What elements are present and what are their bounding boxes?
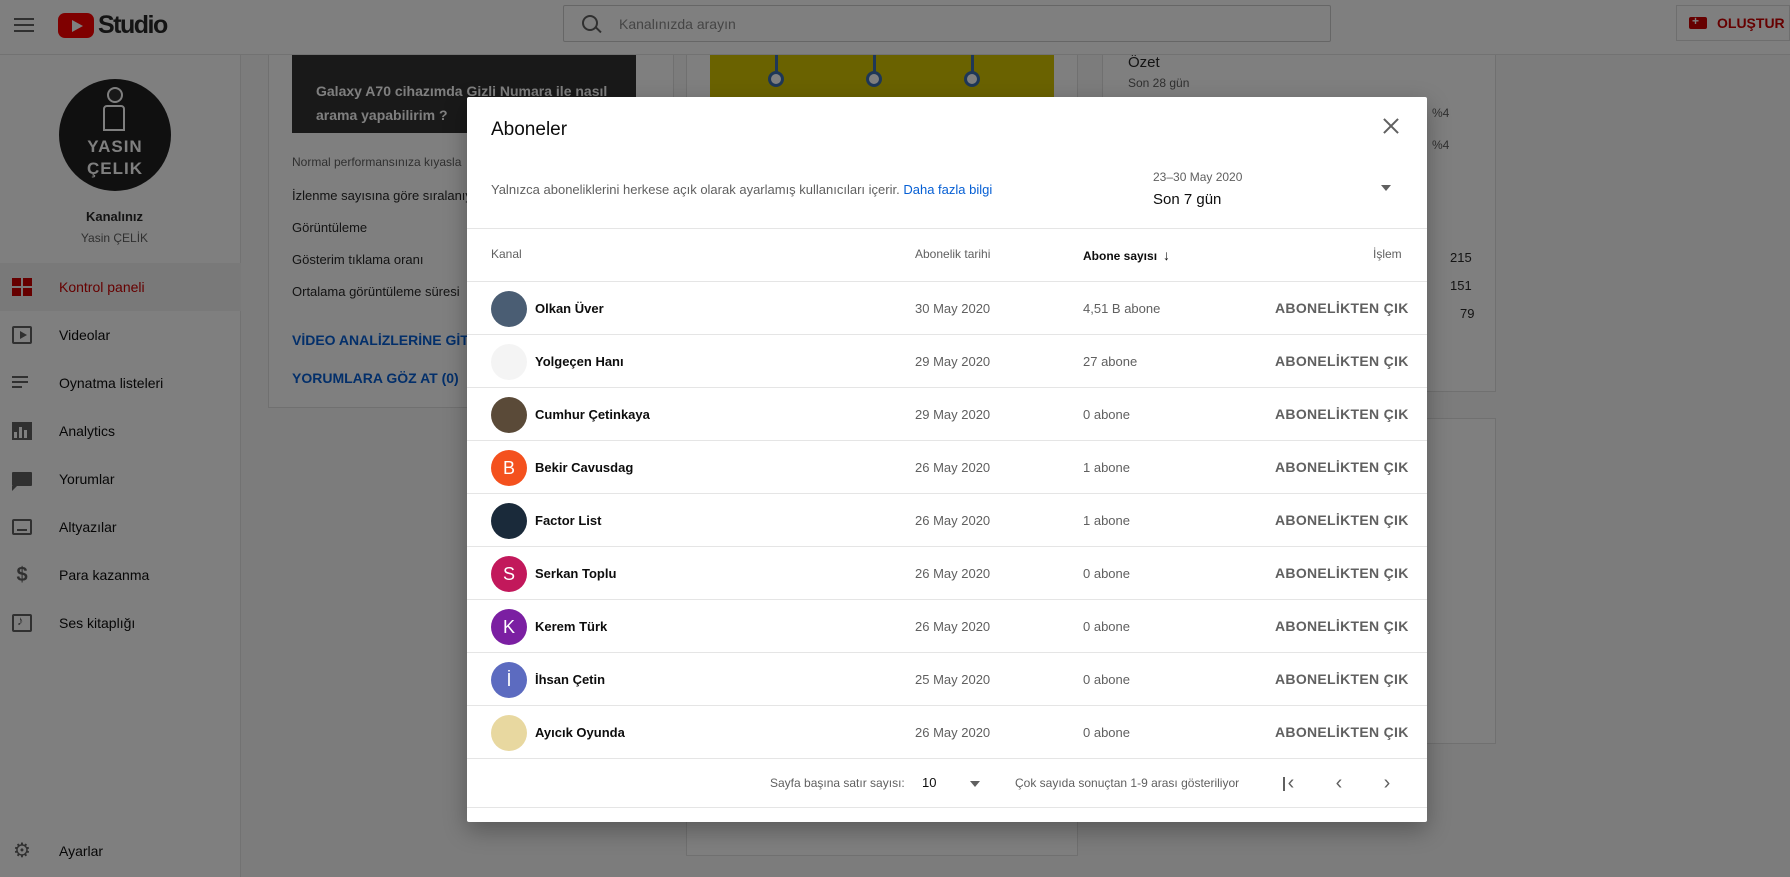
channel-name[interactable]: Yolgeçen Hanı — [535, 354, 624, 369]
table-row: Ayıcık Oyunda 26 May 2020 0 abone ABONELİKT… — [467, 706, 1427, 759]
column-channel: Kanal — [491, 247, 522, 261]
next-page-icon[interactable]: › — [1375, 772, 1399, 796]
unsubscribe-button[interactable]: ABONELİKTEN ÇIK — [1275, 724, 1409, 740]
subscribers-dialog: Aboneler Yalnızca aboneliklerini herkese… — [467, 97, 1427, 822]
avatar-letter: K — [502, 616, 515, 637]
column-subscribed-date[interactable]: Abonelik tarihi — [915, 247, 990, 261]
divider — [467, 807, 1427, 808]
table-row: K Kerem Türk 26 May 2020 0 abone ABONELİKTEN… — [467, 600, 1427, 653]
table-row: İ İhsan Çetin 25 May 2020 0 abone ABONELİKTE… — [467, 653, 1427, 706]
channel-avatar[interactable] — [491, 503, 527, 539]
channel-avatar[interactable]: B — [491, 450, 527, 486]
arrow-down-icon: ↓ — [1163, 247, 1171, 263]
subscribed-date: 30 May 2020 — [915, 301, 991, 316]
subscribed-date: 26 May 2020 — [915, 513, 991, 528]
channel-avatar[interactable] — [491, 291, 527, 327]
unsubscribe-button[interactable]: ABONELİKTEN ÇIK — [1275, 353, 1409, 369]
info-description: Yalnızca aboneliklerini herkese açık ola… — [491, 182, 900, 197]
subscribed-date: 26 May 2020 — [915, 725, 991, 740]
subscriber-count: 0 abone — [1083, 619, 1130, 634]
subscribed-date: 29 May 2020 — [915, 407, 991, 422]
table-row: S Serkan Toplu 26 May 2020 0 abone ABONELİKT… — [467, 547, 1427, 600]
unsubscribe-button[interactable]: ABONELİKTEN ÇIK — [1275, 671, 1409, 687]
subscriber-count: 0 abone — [1083, 672, 1130, 687]
chevron-down-icon[interactable] — [1381, 185, 1391, 191]
avatar-letter: S — [502, 563, 515, 584]
table-header: Kanal Abonelik tarihi Abone sayısı ↓ İşle… — [467, 229, 1427, 279]
unsubscribe-button[interactable]: ABONELİKTEN ÇIK — [1275, 565, 1409, 581]
subscribed-date: 26 May 2020 — [915, 460, 991, 475]
close-icon[interactable] — [1381, 116, 1401, 136]
unsubscribe-button[interactable]: ABONELİKTEN ÇIK — [1275, 618, 1409, 634]
unsubscribe-button[interactable]: ABONELİKTEN ÇIK — [1275, 406, 1409, 422]
channel-name[interactable]: Factor List — [535, 513, 601, 528]
channel-name[interactable]: Serkan Toplu — [535, 566, 616, 581]
previous-page-icon[interactable]: ‹ — [1327, 772, 1351, 796]
channel-name[interactable]: Cumhur Çetinkaya — [535, 407, 650, 422]
avatar-letter: İ — [506, 669, 512, 690]
subscribed-date: 26 May 2020 — [915, 619, 991, 634]
channel-avatar[interactable]: K — [491, 609, 527, 645]
channel-avatar[interactable]: S — [491, 556, 527, 592]
subscriber-count: 0 abone — [1083, 566, 1130, 581]
subscriber-count: 1 abone — [1083, 460, 1130, 475]
dialog-title: Aboneler — [491, 119, 568, 140]
channel-name[interactable]: Olkan Üver — [535, 301, 604, 316]
channel-name[interactable]: İhsan Çetin — [535, 672, 605, 687]
channel-name[interactable]: Bekir Cavusdag — [535, 460, 633, 475]
first-page-icon[interactable]: ‹ — [1279, 772, 1303, 796]
channel-avatar[interactable]: İ — [491, 662, 527, 698]
unsubscribe-button[interactable]: ABONELİKTEN ÇIK — [1275, 459, 1409, 475]
info-text: Yalnızca aboneliklerini herkese açık ola… — [491, 182, 992, 197]
rows-per-page-select[interactable]: 10 — [922, 775, 936, 790]
channel-avatar[interactable] — [491, 344, 527, 380]
table-row: Olkan Üver 30 May 2020 4,51 B abone ABONELİ… — [467, 282, 1427, 335]
range-text: Çok sayıda sonuçtan 1-9 arası gösteriliy… — [1015, 776, 1240, 790]
unsubscribe-button[interactable]: ABONELİKTEN ÇIK — [1275, 512, 1409, 528]
subscribed-date: 29 May 2020 — [915, 354, 991, 369]
table-row: B Bekir Cavusdag 26 May 2020 1 abone ABONELİ… — [467, 441, 1427, 494]
learn-more-link[interactable]: Daha fazla bilgi — [903, 182, 992, 197]
channel-name[interactable]: Kerem Türk — [535, 619, 607, 634]
chevron-down-icon[interactable] — [970, 781, 980, 787]
channel-name[interactable]: Ayıcık Oyunda — [535, 725, 625, 740]
subscribed-date: 25 May 2020 — [915, 672, 991, 687]
table-row: Cumhur Çetinkaya 29 May 2020 0 abone ABONEL… — [467, 388, 1427, 441]
date-range: 23–30 May 2020 — [1153, 170, 1243, 184]
channel-avatar[interactable] — [491, 397, 527, 433]
subscriber-count: 27 abone — [1083, 354, 1138, 369]
subscribed-date: 26 May 2020 — [915, 566, 991, 581]
subscriber-count: 0 abone — [1083, 407, 1130, 422]
rows-per-page-label: Sayfa başına satır sayısı: — [770, 776, 905, 790]
column-action: İşlem — [1373, 247, 1402, 261]
period-select[interactable]: Son 7 gün — [1153, 191, 1221, 208]
subscriber-count: 1 abone — [1083, 513, 1130, 528]
pagination: Sayfa başına satır sayısı: 10 Çok sayıda… — [467, 759, 1427, 809]
unsubscribe-button[interactable]: ABONELİKTEN ÇIK — [1275, 300, 1409, 316]
subscriber-count: 0 abone — [1083, 725, 1130, 740]
column-subscriber-count[interactable]: Abone sayısı ↓ — [1083, 247, 1170, 263]
channel-avatar[interactable] — [491, 715, 527, 751]
avatar-letter: B — [502, 457, 515, 478]
table-row: Factor List 26 May 2020 1 abone ABONELİKTEN… — [467, 494, 1427, 547]
column-subscriber-count-label: Abone sayısı — [1083, 249, 1158, 263]
table-row: Yolgeçen Hanı 29 May 2020 27 abone ABONELİK… — [467, 335, 1427, 388]
subscriber-count: 4,51 B abone — [1083, 301, 1161, 316]
